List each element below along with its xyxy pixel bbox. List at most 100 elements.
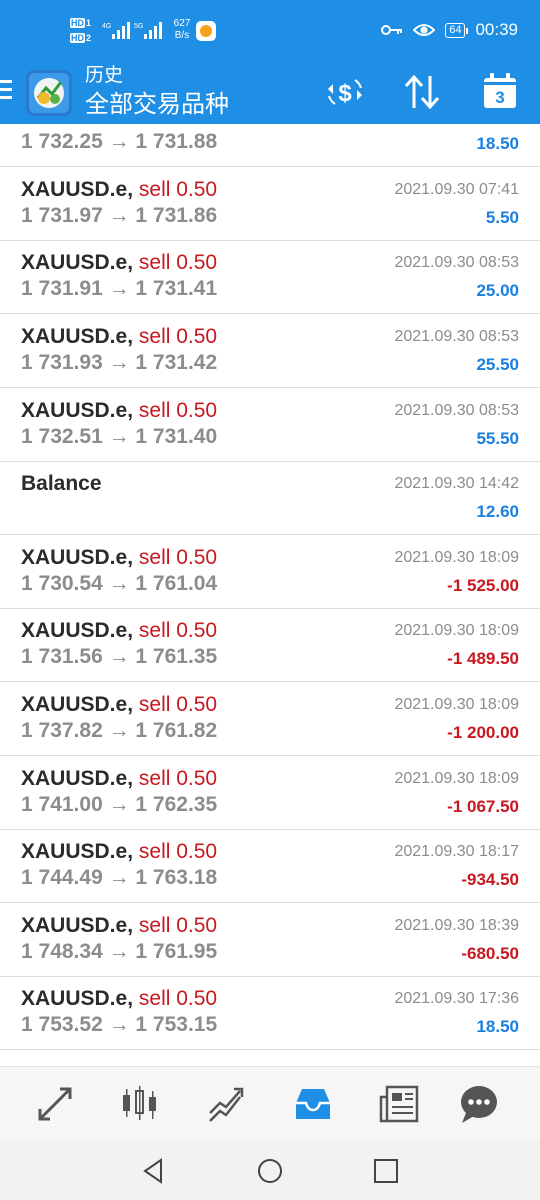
deal-prices: 1 737.82 → 1 761.82 (21, 719, 218, 742)
deal-profit: 12.60 (476, 502, 519, 521)
deal-separator: , (127, 840, 134, 863)
deal-profit: 5.50 (485, 208, 519, 227)
deal-date: 2021.09.30 07:41 (394, 181, 519, 198)
svg-text:$: $ (338, 80, 352, 107)
deal-profit: 18.50 (476, 134, 519, 153)
deal-prices: 1 732.25 → 1 731.88 (21, 130, 218, 153)
deal-prices: 1 744.49 → 1 763.18 (21, 866, 218, 889)
deal-action: sell 0.50 (138, 399, 218, 422)
balance-item[interactable]: Balance 2021.09.30 14:42 12.60 (0, 461, 540, 535)
deal-date: 2021.09.30 18:09 (394, 549, 519, 566)
home-icon[interactable] (256, 1157, 284, 1185)
svg-text:5G: 5G (134, 23, 143, 30)
list-item[interactable]: XAUUSD.e, sell 0.50 2021.09.30 08:53 1 7… (0, 240, 540, 314)
deal-profit: 18.50 (476, 1017, 519, 1036)
news-icon (379, 1085, 419, 1123)
list-item[interactable]: XAUUSD.e, sell 0.50 2021.09.30 07:41 1 7… (0, 167, 540, 241)
deal-profit: -1 489.50 (447, 649, 519, 668)
deal-action: sell 0.50 (138, 546, 218, 569)
deal-symbol: XAUUSD.e (21, 251, 128, 274)
deal-separator: , (127, 987, 134, 1010)
calendar-icon[interactable]: 3 (482, 72, 518, 110)
nav-chat[interactable] (458, 1083, 500, 1125)
deal-symbol: XAUUSD.e (21, 767, 128, 790)
list-item[interactable]: XAUUSD.e, sell 0.50 2021.09.30 18:09 1 7… (0, 535, 540, 609)
deal-profit: -1 067.50 (447, 797, 519, 816)
deal-separator: , (127, 251, 134, 274)
list-item[interactable]: XAUUSD.e, sell 0.50 2021.09.30 18:09 1 7… (0, 756, 540, 830)
app-notification-icon (196, 21, 216, 41)
chat-icon (461, 1086, 497, 1123)
status-bar: HD 1 HD 2 4G 5G 627 B/s 64 00:39 (0, 0, 540, 62)
hd1-badge: HD 1 (70, 18, 92, 28)
recents-icon[interactable] (372, 1157, 400, 1185)
deal-profit: -1 525.00 (447, 576, 519, 595)
list-item[interactable]: XAUUSD.e, sell 0.50 2021.09.30 08:53 1 7… (0, 314, 540, 388)
deal-prices: 1 731.93 → 1 731.42 (21, 351, 218, 374)
list-item[interactable]: XAUUSD.e, sell 0.50 2021.09.30 18:09 1 7… (0, 682, 540, 756)
list-item[interactable]: XAUUSD.e, sell 0.50 2021.09.30 18:09 1 7… (0, 608, 540, 682)
signal-4g-icon: 4G (102, 22, 130, 39)
list-item[interactable]: XAUUSD.e, sell 0.50 2021.09.30 18:39 1 7… (0, 903, 540, 977)
deal-separator: , (127, 619, 134, 642)
nav-trade[interactable] (206, 1083, 248, 1125)
signal-5g-icon: 5G (134, 22, 162, 39)
deal-symbol: XAUUSD.e (21, 840, 128, 863)
hd-indicators: HD 1 HD 2 (70, 16, 98, 46)
deal-separator: , (127, 178, 134, 201)
deal-prices: 1 731.91 → 1 731.41 (21, 277, 218, 300)
list-item[interactable]: XAUUSD.e, sell 0.50 2021.09.30 18:17 1 7… (0, 829, 540, 903)
deal-date: 2021.09.30 08:53 (394, 254, 519, 271)
back-icon[interactable] (140, 1157, 168, 1185)
network-speed: 627 B/s (173, 18, 191, 41)
menu-icon[interactable] (0, 80, 12, 104)
nav-quotes[interactable] (34, 1083, 76, 1125)
deal-action: sell 0.50 (138, 914, 218, 937)
app-logo-icon[interactable] (24, 68, 74, 118)
deal-action: sell 0.50 (138, 693, 218, 716)
deal-separator: , (127, 693, 134, 716)
deal-symbol: XAUUSD.e (21, 914, 128, 937)
screen-title[interactable]: 全部交易品种 (85, 90, 229, 120)
deal-profit: 55.50 (476, 429, 519, 448)
deal-symbol: XAUUSD.e (21, 693, 128, 716)
deal-history-list[interactable]: 1 732.25 → 1 731.88 18.50 XAUUSD.e, sell… (0, 124, 540, 1064)
key-icon (381, 25, 403, 35)
list-item[interactable]: XAUUSD.e, sell 0.50 2021.09.30 17:36 1 7… (0, 976, 540, 1050)
deal-separator: , (127, 546, 134, 569)
list-item[interactable]: XAUUSD.e, sell 0.50 2021.09.30 08:53 1 7… (0, 388, 540, 462)
balance-label: Balance (21, 472, 102, 495)
deal-date: 2021.09.30 18:09 (394, 622, 519, 639)
deal-prices: 1 731.97 → 1 731.86 (21, 204, 218, 227)
deal-prices: 1 748.34 → 1 761.95 (21, 940, 218, 963)
sort-icon[interactable] (402, 72, 442, 112)
deal-action: sell 0.50 (138, 840, 218, 863)
list-item[interactable]: 1 732.25 → 1 731.88 18.50 (0, 124, 540, 167)
history-inbox-icon (296, 1089, 330, 1119)
deal-separator: , (127, 914, 134, 937)
deal-date: 2021.09.30 14:42 (394, 475, 519, 492)
deal-prices: 1 741.00 → 1 762.35 (21, 793, 218, 816)
deal-prices: 1 731.56 → 1 761.35 (21, 645, 218, 668)
nav-history[interactable] (292, 1083, 334, 1125)
svg-text:4G: 4G (102, 23, 111, 30)
deal-profit: 25.50 (476, 355, 519, 374)
nav-news[interactable] (378, 1083, 420, 1125)
deal-separator: , (127, 767, 134, 790)
trade-icon (209, 1087, 244, 1122)
deal-profit: -934.50 (461, 870, 519, 889)
battery-icon: 64 (445, 22, 469, 38)
deal-separator: , (127, 325, 134, 348)
deal-date: 2021.09.30 18:09 (394, 696, 519, 713)
deal-profit: -680.50 (461, 944, 519, 963)
deal-prices: 1 730.54 → 1 761.04 (21, 572, 218, 595)
candlestick-chart-icon (123, 1086, 156, 1120)
deposit-withdraw-icon[interactable]: $ (325, 72, 365, 112)
app-bar: 历史 全部交易品种 $ 3 (0, 62, 540, 124)
deal-symbol: XAUUSD.e (21, 178, 128, 201)
deal-prices: 1 753.52 → 1 753.15 (21, 1013, 218, 1036)
nav-chart[interactable] (118, 1083, 160, 1125)
clock: 00:39 (475, 20, 518, 39)
deal-date: 2021.09.30 08:53 (394, 328, 519, 345)
deal-symbol: XAUUSD.e (21, 987, 128, 1010)
